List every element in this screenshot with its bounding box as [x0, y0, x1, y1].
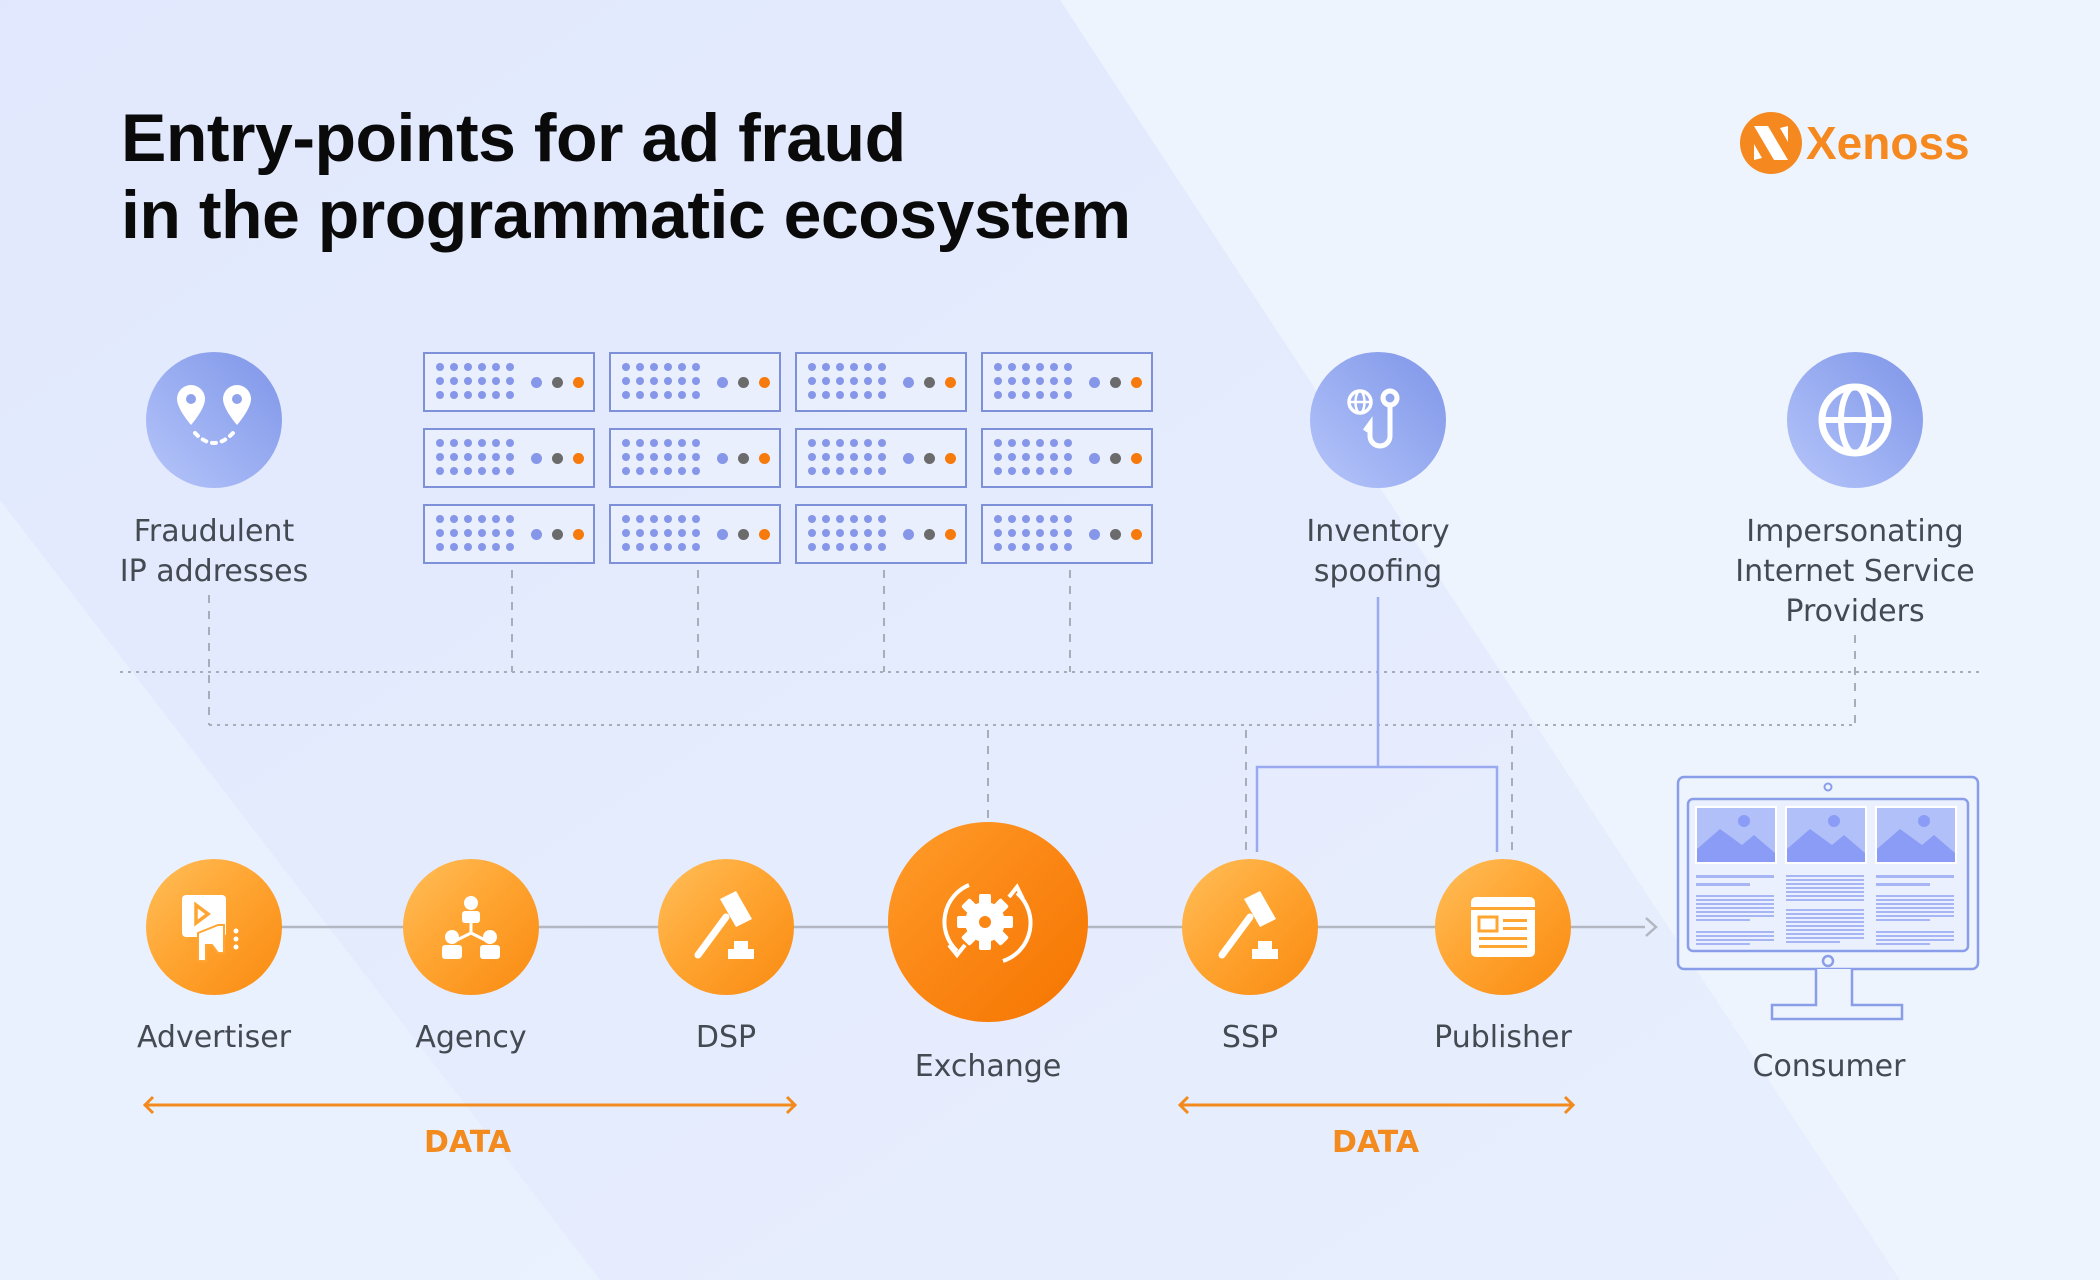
- server-led: [1110, 377, 1121, 388]
- server-rack-icon: [981, 504, 1153, 564]
- label-publisher: Publisher: [1434, 1020, 1572, 1055]
- server-port-dots: [994, 515, 1072, 551]
- gavel-icon: [694, 891, 754, 959]
- node-exchange[interactable]: [888, 822, 1088, 1022]
- server-led: [531, 377, 542, 388]
- node-advertiser[interactable]: [146, 859, 282, 995]
- label-advertiser: Advertiser: [136, 1020, 292, 1055]
- label-exchange: Exchange: [914, 1049, 1062, 1084]
- server-rack-icon: [423, 504, 595, 564]
- server-led: [1110, 453, 1121, 464]
- node-agency[interactable]: [403, 859, 539, 995]
- server-led: [1131, 453, 1142, 464]
- server-led: [717, 377, 728, 388]
- server-led: [759, 529, 770, 540]
- server-rack-icon: [795, 428, 967, 488]
- server-led: [1110, 529, 1121, 540]
- map-pins-route-icon: [177, 385, 251, 445]
- org-chart-people-icon: [442, 896, 500, 959]
- server-grid: [423, 352, 1163, 568]
- server-port-dots: [622, 363, 700, 399]
- server-led: [1131, 377, 1142, 388]
- label-agency: Agency: [415, 1020, 527, 1055]
- threat-label-inventory-spoofing: Inventory spoofing: [1306, 514, 1450, 589]
- server-led: [738, 529, 749, 540]
- threat-label-fraudulent-ip: Fraudulent IP addresses: [119, 514, 309, 589]
- server-led: [1089, 377, 1100, 388]
- label-consumer: Consumer: [1752, 1049, 1906, 1084]
- server-led: [717, 453, 728, 464]
- server-port-dots: [436, 515, 514, 551]
- node-publisher[interactable]: [1435, 859, 1571, 995]
- server-port-dots: [436, 363, 514, 399]
- threat-impersonating-isp[interactable]: [1787, 352, 1923, 488]
- gear-cycle-icon: [942, 883, 1033, 963]
- server-rack-icon: [423, 428, 595, 488]
- video-megaphone-icon: [182, 895, 239, 962]
- server-port-dots: [808, 515, 886, 551]
- label-dsp: DSP: [695, 1020, 757, 1055]
- server-led: [924, 377, 935, 388]
- server-led: [924, 453, 935, 464]
- server-led: [573, 529, 584, 540]
- monitor-article-column: [1785, 806, 1867, 943]
- server-led: [573, 453, 584, 464]
- server-port-dots: [436, 439, 514, 475]
- server-rack-icon: [609, 428, 781, 488]
- server-port-dots: [808, 363, 886, 399]
- data-label-right: DATA: [1332, 1125, 1420, 1160]
- connector-lines: [120, 570, 1980, 1115]
- server-port-dots: [994, 439, 1072, 475]
- server-led: [903, 529, 914, 540]
- gavel-icon: [1218, 891, 1278, 959]
- server-led: [552, 453, 563, 464]
- newspaper-page-icon: [1471, 897, 1535, 957]
- server-led: [738, 377, 749, 388]
- label-ssp: SSP: [1221, 1020, 1279, 1055]
- server-led: [552, 377, 563, 388]
- server-led: [924, 529, 935, 540]
- globe-hook-icon: [1347, 388, 1400, 449]
- server-led: [738, 453, 749, 464]
- desktop-monitor-icon[interactable]: [1676, 775, 1982, 1025]
- node-ssp[interactable]: [1182, 859, 1318, 995]
- server-led: [1131, 529, 1142, 540]
- server-port-dots: [808, 439, 886, 475]
- server-led: [903, 453, 914, 464]
- threat-fraudulent-ip[interactable]: [146, 352, 282, 488]
- server-rack-icon: [423, 352, 595, 412]
- server-rack-icon: [981, 428, 1153, 488]
- server-rack-icon: [795, 352, 967, 412]
- server-led: [945, 377, 956, 388]
- server-led: [759, 377, 770, 388]
- threat-inventory-spoofing[interactable]: [1310, 352, 1446, 488]
- server-led: [573, 377, 584, 388]
- server-led: [945, 453, 956, 464]
- server-led: [945, 529, 956, 540]
- server-led: [759, 453, 770, 464]
- server-led: [903, 377, 914, 388]
- server-led: [1089, 529, 1100, 540]
- server-led: [531, 529, 542, 540]
- globe-icon: [1818, 383, 1892, 457]
- server-led: [1089, 453, 1100, 464]
- server-led: [717, 529, 728, 540]
- server-rack-icon: [609, 504, 781, 564]
- server-rack-icon: [795, 504, 967, 564]
- node-dsp[interactable]: [658, 859, 794, 995]
- chain-arrow-head: [1645, 917, 1658, 937]
- data-label-left: DATA: [424, 1125, 512, 1160]
- threat-label-impersonating-isp: Impersonating Internet Service Providers: [1735, 514, 1975, 629]
- server-rack-icon: [981, 352, 1153, 412]
- server-led: [552, 529, 563, 540]
- spoofing-bracket: [1255, 765, 1499, 852]
- server-rack-icon: [609, 352, 781, 412]
- server-port-dots: [622, 515, 700, 551]
- server-port-dots: [622, 439, 700, 475]
- server-led: [531, 453, 542, 464]
- server-port-dots: [994, 363, 1072, 399]
